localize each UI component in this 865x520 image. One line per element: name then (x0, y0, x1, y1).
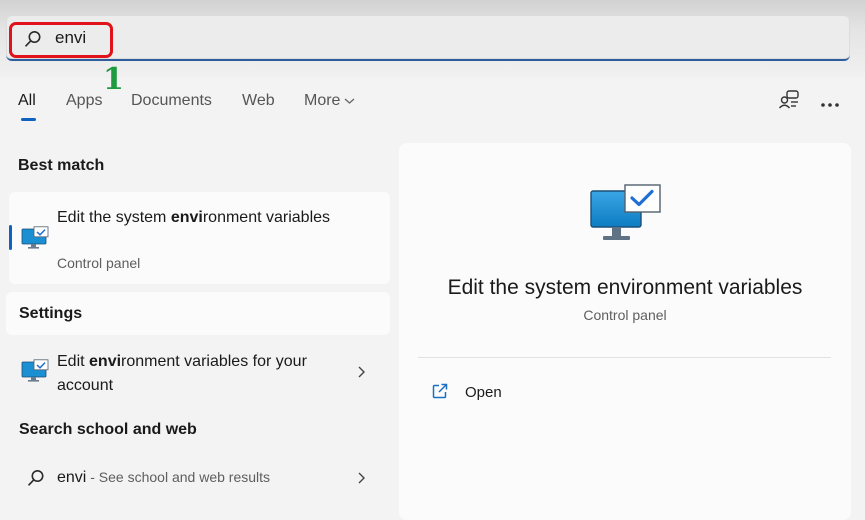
search-highlight-box (9, 22, 113, 58)
best-match-title-end: ronment variables (202, 209, 331, 226)
best-match-title-match: envi (170, 209, 203, 226)
monitor-check-icon (589, 182, 663, 248)
tab-all[interactable]: All (18, 92, 36, 110)
web-search-suffix: - See school and web results (86, 469, 271, 485)
settings-title-match: envi (89, 353, 122, 370)
tab-apps[interactable]: Apps (66, 92, 102, 110)
settings-result-title: Edit environment variables for your acco… (57, 350, 337, 398)
tab-web[interactable]: Web (242, 92, 275, 110)
best-match-title: Edit the system environment variables (57, 206, 357, 230)
best-match-title-start: Edit the system (57, 209, 171, 226)
web-search-text: envi - See school and web results (57, 469, 270, 487)
open-external-icon (431, 382, 449, 400)
detail-subtitle: Control panel (583, 307, 667, 323)
web-search-heading: Search school and web (19, 421, 197, 438)
tab-documents[interactable]: Documents (131, 92, 212, 110)
monitor-check-icon (21, 226, 49, 250)
search-input[interactable] (6, 15, 850, 61)
open-label: Open (465, 384, 502, 401)
tab-all-underline (21, 118, 36, 121)
monitor-check-icon (21, 359, 49, 383)
share-search-icon[interactable] (778, 89, 800, 111)
search-icon (27, 469, 45, 487)
step-annotation-number: 1 (103, 62, 124, 97)
best-match-subtitle: Control panel (57, 255, 141, 271)
more-options-icon[interactable] (820, 96, 840, 107)
settings-title-start: Edit (57, 353, 90, 370)
chevron-right-icon (357, 365, 367, 379)
chevron-down-icon (344, 92, 355, 110)
chevron-right-icon (357, 471, 367, 485)
web-search-query: envi (57, 469, 87, 486)
settings-heading: Settings (19, 305, 83, 322)
detail-title: Edit the system environment variables (447, 276, 803, 299)
tab-more[interactable]: More (304, 92, 355, 110)
tab-more-label: More (304, 92, 341, 110)
selection-indicator (9, 225, 12, 250)
detail-divider (418, 357, 831, 358)
best-match-heading: Best match (18, 157, 105, 174)
